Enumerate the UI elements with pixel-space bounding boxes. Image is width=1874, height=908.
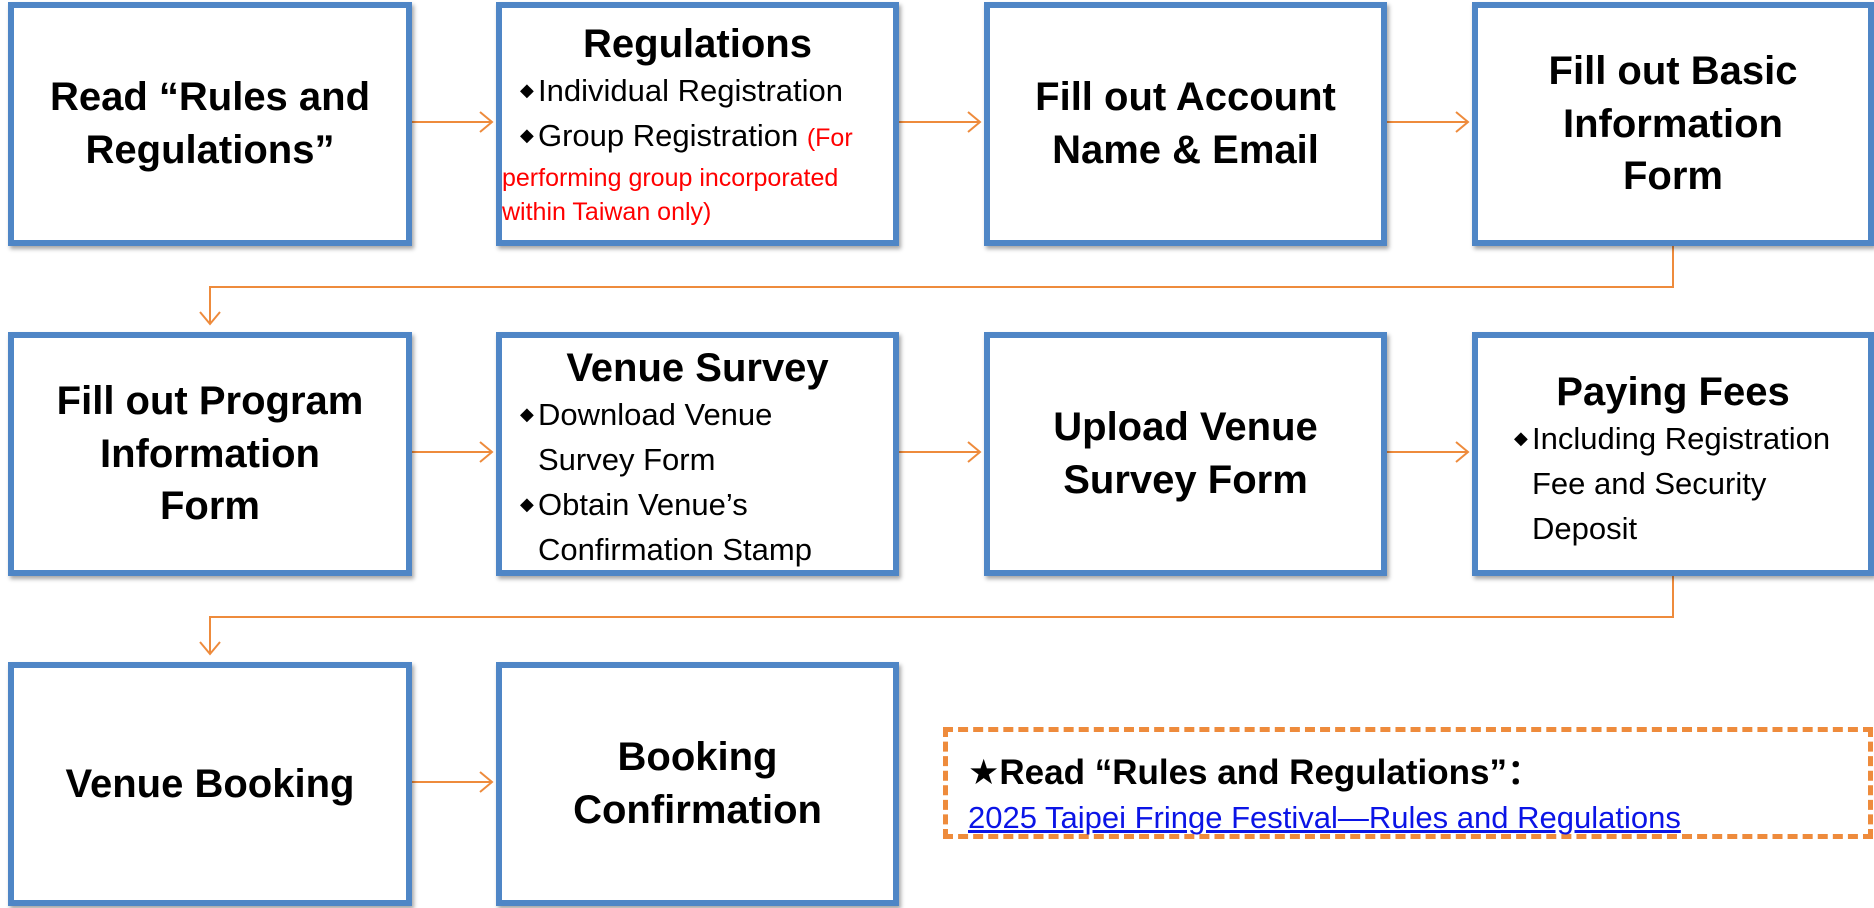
- diamond-bullet-icon: ◆: [520, 494, 534, 514]
- venue-survey-item-download: ◆ Download Venue Survey Form: [520, 392, 838, 482]
- step-booking-confirmation: Booking Confirmation: [496, 662, 899, 906]
- arrow-fees-to-booking: [199, 576, 1674, 656]
- step-venue-survey-title: Venue Survey: [566, 346, 829, 390]
- paying-fees-item: ◆ Including Registration Fee and Security…: [1514, 416, 1872, 551]
- diamond-bullet-icon: ◆: [520, 125, 534, 145]
- step-venue-survey: Venue Survey ◆ Download Venue Survey Form…: [496, 332, 899, 576]
- step-paying-fees: Paying Fees ◆ Including Registration Fee …: [1472, 332, 1874, 576]
- step-venue-booking-label: Venue Booking: [65, 761, 355, 806]
- diamond-bullet-icon: ◆: [520, 80, 534, 100]
- step-account: Fill out Account Name & Email: [984, 2, 1387, 246]
- arrow-read-to-regulations: [412, 111, 494, 133]
- diamond-bullet-icon: ◆: [520, 404, 534, 424]
- rules-note-heading: ★Read “Rules and Regulations”：: [968, 753, 1542, 792]
- step-booking-confirmation-label: Booking Confirmation: [573, 735, 822, 832]
- step-paying-fees-title: Paying Fees: [1556, 370, 1790, 414]
- step-read-rules-label: Read “Rules and Regulations”: [49, 75, 371, 172]
- arrow-regulations-to-account: [899, 111, 982, 133]
- step-account-label: Fill out Account Name & Email: [1035, 75, 1336, 172]
- arrow-booking-to-confirmation: [412, 771, 494, 793]
- arrow-survey-to-upload: [899, 441, 982, 463]
- step-read-rules: Read “Rules and Regulations”: [8, 2, 412, 246]
- step-program-info: Fill out Program Information Form: [8, 332, 412, 576]
- rules-note: ★Read “Rules and Regulations”： 2025 Taip…: [943, 727, 1873, 839]
- step-regulations-title: Regulations: [583, 22, 812, 66]
- diamond-bullet-icon: ◆: [1514, 428, 1528, 448]
- step-venue-booking: Venue Booking: [8, 662, 412, 906]
- step-program-info-label: Fill out Program Information Form: [56, 378, 364, 529]
- regulations-item-individual: ◆ Individual Registration: [520, 68, 893, 113]
- step-upload-survey-label: Upload Venue Survey Form: [1053, 405, 1318, 502]
- arrow-upload-to-fees: [1387, 441, 1470, 463]
- arrow-account-to-basic: [1387, 111, 1470, 133]
- step-basic-info-label: Fill out Basic Information Form: [1548, 48, 1798, 199]
- venue-survey-item-stamp: ◆ Obtain Venue’s Confirmation Stamp: [520, 482, 868, 572]
- step-regulations: Regulations ◆ Individual Registration ◆ Gr…: [496, 2, 899, 246]
- step-basic-info: Fill out Basic Information Form: [1472, 2, 1874, 246]
- group-note: performing group incorporated within Tai…: [502, 164, 839, 226]
- regulations-item-group: ◆ Group Registration (For: [520, 113, 893, 161]
- arrow-basic-to-program: [199, 246, 1674, 326]
- step-upload-survey: Upload Venue Survey Form: [984, 332, 1387, 576]
- star-icon: ★: [968, 753, 1000, 792]
- group-note-inline: (For: [806, 124, 853, 152]
- arrow-program-to-survey: [412, 441, 494, 463]
- rules-link[interactable]: 2025 Taipei Fringe Festival—Rules and Re…: [968, 796, 1848, 840]
